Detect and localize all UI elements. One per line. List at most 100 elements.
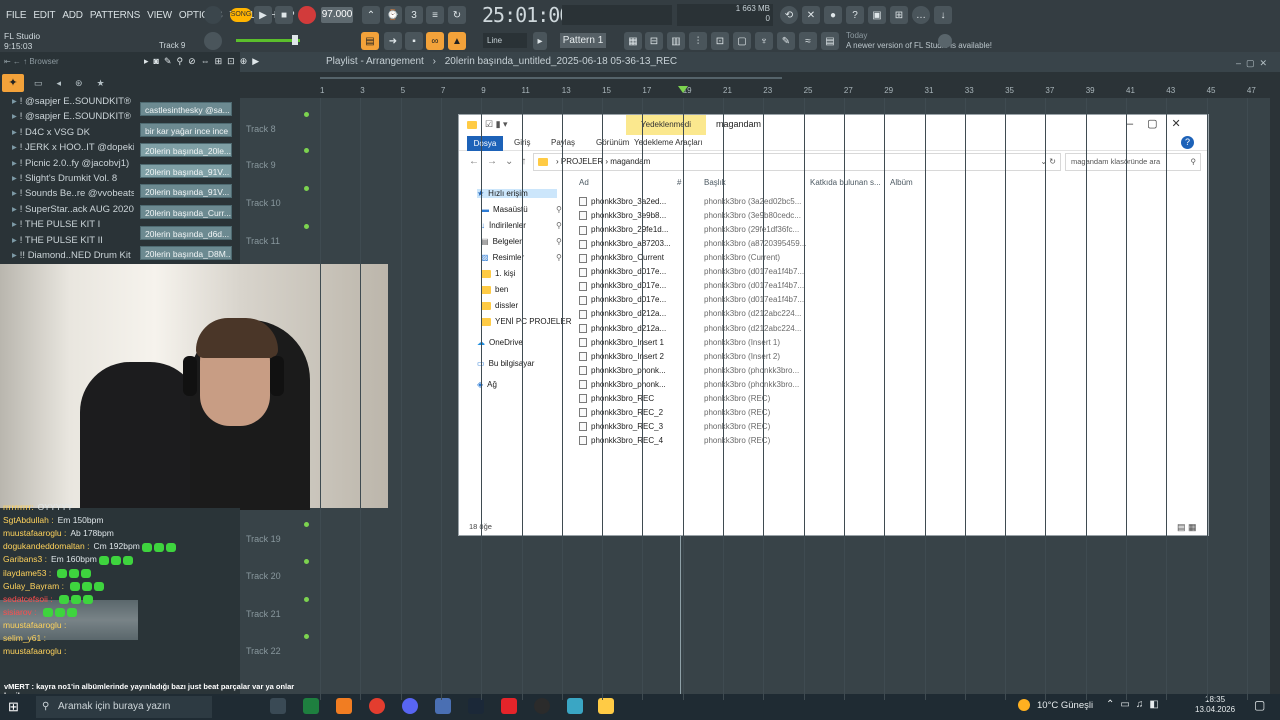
tray-icons[interactable]: ⌃▭♫◧ [1106,699,1165,710]
chrome-icon[interactable] [369,698,385,714]
pattern-prev-icon[interactable]: ▸ [533,32,547,50]
pat-song-toggle[interactable] [204,6,222,24]
update-notice[interactable]: Today A newer version of FL Studio is av… [846,31,992,51]
menu-item-patterns[interactable]: PATTERNS [90,10,140,21]
nav-item-cloud[interactable]: ☁OneDrive [477,338,523,347]
wave-icon[interactable]: ≈ [799,32,817,50]
browser-item[interactable]: ! SuperStar..ack AUG 2020 [12,204,134,217]
browser-all-tab[interactable]: ✦ [2,74,24,92]
file-row[interactable]: phonkk3bro_Insert 2 [579,352,664,362]
nav-item-folder[interactable]: ben [481,285,508,294]
file-row[interactable]: phonkk3bro_d017e... [579,295,666,305]
browser-tab-icons[interactable]: ▭◂⊛★ [34,78,119,89]
help-icon[interactable]: ? [1181,136,1194,149]
countdown-icon[interactable]: 3 [405,6,423,24]
ribbon-tab-file[interactable]: Dosya [467,136,503,151]
file-row[interactable]: phonkk3bro_a87203... [579,239,671,249]
file-row[interactable]: phonkk3bro_REC_3 [579,422,663,432]
nav-item-down[interactable]: ↓ İndirilenler ⚲ [481,221,562,230]
nav-item-net[interactable]: ◈ Ağ [477,380,497,389]
track-led[interactable] [304,559,309,564]
playlist-clip[interactable]: 20lerin başında_d6d... [140,225,232,240]
browser-icon[interactable]: ⊡ [711,32,729,50]
stop-icon[interactable]: ■ [275,6,293,24]
ribbon-tab[interactable]: Paylaş [551,138,575,147]
track-label[interactable]: Track 22 [246,646,281,656]
playhead-marker[interactable] [678,86,688,93]
tools-icon[interactable]: ▪ [405,32,423,50]
browser-item[interactable]: ! THE PULSE KIT II [12,235,134,248]
nav-item-folder[interactable]: 1. kişi [481,269,515,278]
track-led[interactable] [304,634,309,639]
playlist-clip[interactable]: 20lerin başında_91V... [140,163,232,178]
path-segment-projeler[interactable]: PROJELER [561,157,603,166]
track-led[interactable] [304,186,309,191]
stamp-icon[interactable]: ▲ [448,32,466,50]
nav-item-pc[interactable]: ▭Bu bilgisayar [477,359,534,368]
brush-icon[interactable]: ✎ [777,32,795,50]
file-row[interactable]: phonkk3bro_d212a... [579,309,666,319]
menu-item-file[interactable]: FILE [6,10,27,21]
track-label[interactable]: Track 8 [246,124,276,134]
window-controls[interactable]: –▢✕ [1236,58,1272,69]
nav-item-folder[interactable]: dissler [481,301,518,310]
track-label[interactable]: Track 9 [246,160,276,170]
refresh-icon[interactable]: ⌄ ↻ [1040,154,1056,170]
column-header[interactable]: Katkıda bulunan s... [810,178,881,187]
track-label[interactable]: Track 10 [246,198,281,208]
track-led[interactable] [304,112,309,117]
nav-arrows[interactable]: ←→⌄↑ [469,156,534,167]
ribbon-tab[interactable]: Görünüm [596,138,629,147]
browser-item[interactable]: ! THE PULSE KIT I [12,219,134,232]
notification-icon[interactable]: ▢ [1254,698,1265,712]
column-header[interactable]: # [677,178,681,187]
menu-item-add[interactable]: ADD [62,10,83,21]
nav-item-folder[interactable]: YENİ PC PROJELER [481,317,571,326]
undo-history-icon[interactable]: ⟲ [780,6,798,24]
track-label[interactable]: Track 11 [246,236,280,246]
view-toggle-icons[interactable]: ▤ ▦ [1177,522,1197,533]
file-row[interactable]: phonkk3bro_29fe1d... [579,225,668,235]
news-icon[interactable]: ▤ [821,32,839,50]
save-icon[interactable]: ▣ [868,6,886,24]
manage-tab[interactable]: Yedeklenmedi [626,115,706,135]
track-led[interactable] [304,148,309,153]
menu-item-view[interactable]: VIEW [147,10,172,21]
file-row[interactable]: phonkk3bro_Current [579,253,664,263]
loop-record-icon[interactable]: ↻ [448,6,466,24]
track-led[interactable] [304,522,309,527]
playlist-clip[interactable]: bir kar yağar ince ince [140,122,232,137]
step-edit-icon[interactable]: ≡ [426,6,444,24]
window-buttons[interactable]: –▢✕ [1127,117,1195,130]
track-label[interactable]: Track 21 [246,609,281,619]
master-pitch-slider[interactable] [236,39,300,42]
quick-access-toolbar[interactable]: ☑ ▮ ▾ [485,119,508,130]
start-icon[interactable]: ⊞ [8,699,19,715]
file-row[interactable]: phonkk3bro_d017e... [579,267,666,277]
address-bar[interactable]: › PROJELER › magandam ⌄ ↻ [533,153,1061,171]
browser-item[interactable]: ! JERK x HOO..IT @dopekit [12,142,134,155]
youtube-icon[interactable] [501,698,517,714]
app-icon[interactable] [435,698,451,714]
browser-item[interactable]: ! Picnic 2.0..fy @jacobvj1) [12,158,134,171]
track-led[interactable] [304,224,309,229]
download-icon[interactable]: ↓ [934,6,952,24]
wait-icon[interactable]: ⌚ [384,6,402,24]
vertical-scrollbar[interactable] [1270,98,1280,694]
snap-link-icon[interactable]: ∞ [426,32,444,50]
browser-item[interactable]: ! @sapjer E..SOUNDKIT® [12,96,134,109]
playlist-clip[interactable]: 20lerin başında_D8M... [140,246,232,261]
playlist-clip[interactable]: 20lerin başında_Curr... [140,205,232,219]
file-row[interactable]: phonkk3bro_d212a... [579,324,666,333]
playlist-icon[interactable]: ▦ [624,32,642,50]
browser-item[interactable]: ! D4C x VSG DK [12,127,134,140]
obs-icon[interactable] [534,698,550,714]
file-row[interactable]: phonkk3bro_3e9b8... [579,211,666,221]
chat-icon[interactable]: … [912,6,930,24]
plugin-db-icon[interactable]: ♆ [755,32,773,50]
track-led[interactable] [304,597,309,602]
steam-icon[interactable] [468,698,484,714]
file-row[interactable]: phonkk3bro_phonk... [579,366,666,376]
mixer-sliders-icon[interactable]: ⫶ [689,32,707,50]
weather-text[interactable]: 10°C Güneşli [1037,700,1093,711]
